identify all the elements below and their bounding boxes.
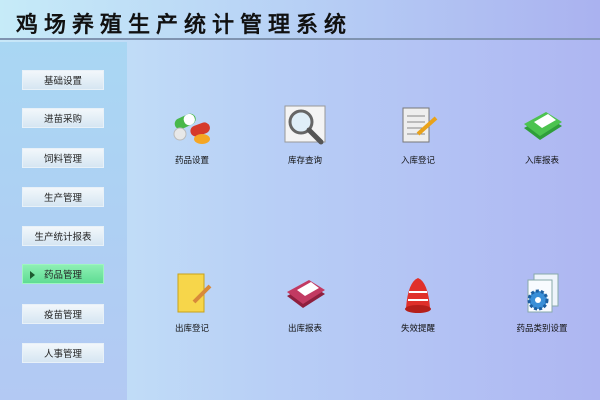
tile-label: 入库报表 <box>524 156 559 166</box>
nav-label: 药品管理 <box>43 270 82 281</box>
alarm-bell-icon <box>405 278 431 313</box>
tile-label: 入库登记 <box>400 156 435 166</box>
sidebar-item-basic-settings[interactable]: 基础设置 <box>22 70 104 90</box>
green-book-icon <box>524 112 562 140</box>
tile-label: 库存查询 <box>287 156 322 166</box>
tile-label: 药品类别设置 <box>516 324 568 334</box>
sidebar: 基础设置 进苗采购 饲料管理 生产管理 生产统计报表 药品管理 疫苗管理 人事管… <box>0 42 127 400</box>
sidebar-item-feed[interactable]: 饲料管理 <box>22 148 104 168</box>
red-book-icon <box>287 280 325 308</box>
tile-stock-out-register[interactable]: 出库登记 <box>145 272 235 347</box>
tile-label: 出库报表 <box>287 324 322 334</box>
sidebar-item-personnel[interactable]: 人事管理 <box>22 343 104 363</box>
tile-medicine-settings[interactable]: 药品设置 <box>145 104 235 179</box>
sidebar-item-production[interactable]: 生产管理 <box>22 187 104 207</box>
nav-label: 疫苗管理 <box>43 310 82 321</box>
sidebar-item-chick-purchase[interactable]: 进苗采购 <box>22 108 104 128</box>
nav-label: 人事管理 <box>43 349 82 360</box>
sidebar-item-production-reports[interactable]: 生产统计报表 <box>22 226 104 246</box>
gear-document-icon <box>527 273 559 313</box>
tile-expiry-reminder[interactable]: 失效提醒 <box>371 272 461 347</box>
tile-stock-out-report[interactable]: 出库报表 <box>258 272 348 347</box>
magnifier-icon <box>284 105 326 145</box>
nav-label: 饲料管理 <box>43 154 82 165</box>
nav-label: 进苗采购 <box>43 114 82 125</box>
tile-medicine-category-settings[interactable]: 药品类别设置 <box>495 272 585 347</box>
tile-stock-in-register[interactable]: 入库登记 <box>371 104 461 179</box>
selected-arrow-icon <box>30 271 35 279</box>
sidebar-item-medicine[interactable]: 药品管理 <box>22 264 104 284</box>
sidebar-item-vaccine[interactable]: 疫苗管理 <box>22 304 104 324</box>
app-title: 鸡场养殖生产统计管理系统 <box>16 13 353 38</box>
tile-label: 药品设置 <box>174 156 209 166</box>
nav-label: 基础设置 <box>43 76 82 87</box>
tile-label: 出库登记 <box>174 324 209 334</box>
yellow-note-icon <box>177 273 212 313</box>
notepad-pencil-icon <box>402 107 438 143</box>
tile-stock-in-report[interactable]: 入库报表 <box>495 104 585 179</box>
pills-icon <box>173 113 210 144</box>
tile-inventory-query[interactable]: 库存查询 <box>258 104 348 179</box>
header: 鸡场养殖生产统计管理系统 <box>0 0 600 40</box>
tile-label: 失效提醒 <box>400 324 435 334</box>
nav-label: 生产统计报表 <box>34 232 92 243</box>
nav-label: 生产管理 <box>43 193 82 204</box>
